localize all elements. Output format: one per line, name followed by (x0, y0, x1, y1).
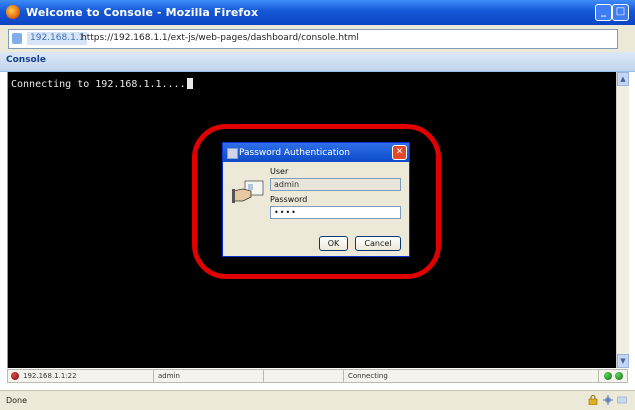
status-address: 192.168.1.1:22 (23, 372, 77, 380)
url-text[interactable]: https://192.168.1.1/ext-js/web-pages/das… (81, 33, 359, 43)
scroll-up-icon[interactable]: ▲ (617, 72, 629, 86)
status-divider (263, 370, 264, 382)
status-divider (153, 370, 154, 382)
terminal-cursor (186, 78, 193, 89)
console-panel-header: Console (0, 52, 635, 72)
site-identity-host[interactable]: 192.168.1.1 (27, 32, 88, 45)
browser-status-bar: Done (0, 390, 635, 410)
terminal-scrollbar[interactable]: ▲ ▼ (616, 72, 629, 368)
status-state: Connecting (348, 372, 388, 380)
url-input[interactable]: 192.168.1.1 https://192.168.1.1/ext-js/w… (8, 29, 618, 49)
firefox-icon (6, 5, 20, 19)
minimize-icon[interactable]: _ (595, 4, 612, 21)
terminal-text: Connecting to 192.168.1.1.... (11, 79, 186, 90)
dialog-app-icon (227, 148, 238, 159)
dialog-titlebar: Password Authentication (223, 143, 409, 162)
tools-icon[interactable] (603, 395, 613, 405)
address-bar-area: 192.168.1.1 https://192.168.1.1/ext-js/w… (0, 25, 635, 70)
maximize-icon[interactable]: □ (612, 4, 629, 21)
browser-status-text: Done (6, 396, 28, 405)
window-title: Welcome to Console - Mozilla Firefox (26, 6, 259, 19)
user-field[interactable]: admin (270, 178, 401, 191)
lock-icon[interactable] (588, 395, 598, 406)
scroll-down-icon[interactable]: ▼ (617, 354, 629, 368)
cancel-button[interactable]: Cancel (355, 236, 401, 251)
status-icon[interactable] (617, 395, 627, 405)
password-field[interactable]: •••• (270, 206, 401, 219)
ok-button[interactable]: OK (319, 236, 348, 251)
window-titlebar: Welcome to Console - Mozilla Firefox _ □ (0, 0, 635, 25)
dialog-title: Password Authentication (239, 148, 350, 158)
connected-indicator-icon (604, 372, 612, 380)
auth-hand-card-icon (232, 180, 264, 203)
connected-indicator-icon (615, 372, 623, 380)
session-status-bar: 192.168.1.1:22 admin Connecting (7, 369, 628, 383)
password-label: Password (270, 195, 308, 204)
panel-title: Console (6, 55, 46, 65)
user-label: User (270, 167, 289, 176)
site-identity-icon[interactable] (12, 33, 22, 44)
disconnected-status-icon (11, 372, 19, 380)
terminal-line: Connecting to 192.168.1.1.... (11, 78, 193, 90)
close-icon[interactable]: ✕ (392, 145, 407, 160)
status-divider (598, 370, 599, 382)
password-authentication-dialog: Password Authentication ✕ User admin Pas… (222, 142, 410, 257)
status-user: admin (158, 372, 180, 380)
status-divider (343, 370, 344, 382)
